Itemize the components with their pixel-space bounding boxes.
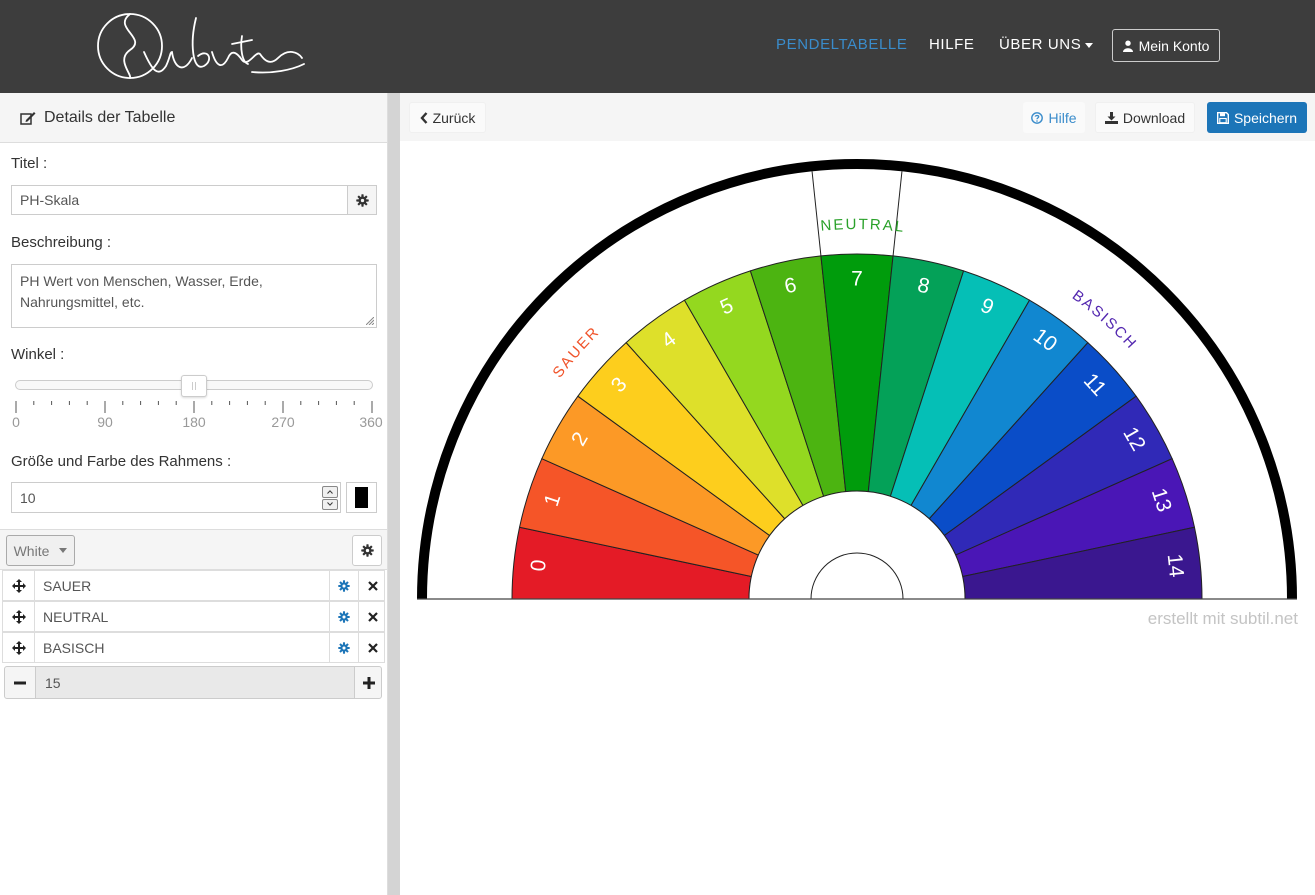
- title-input[interactable]: PH-Skala: [11, 185, 348, 215]
- section-settings-button[interactable]: [330, 633, 358, 662]
- angle-tick-label: 90: [97, 414, 113, 430]
- panel-splitter[interactable]: [388, 93, 400, 895]
- back-label: Zurück: [432, 109, 476, 126]
- panel-title: Details der Tabelle: [44, 108, 176, 126]
- gear-icon: [338, 610, 350, 623]
- details-panel: Details der Tabelle Titel : PH-Skala Bes…: [0, 93, 388, 895]
- section-settings-button[interactable]: [330, 571, 358, 600]
- description-line-1: PH Wert von Menschen, Wasser, Erde,: [20, 273, 263, 289]
- border-color-swatch: [355, 487, 368, 508]
- close-icon: [367, 580, 378, 591]
- nav-ueber-uns[interactable]: ÜBER UNS: [999, 36, 1094, 53]
- edit-icon: [20, 111, 36, 125]
- stepper-down-button[interactable]: [322, 498, 338, 510]
- section-delete-button[interactable]: [358, 571, 386, 600]
- angle-tick-label: 180: [182, 414, 206, 430]
- gear-icon: [338, 579, 350, 592]
- chevron-left-icon: [419, 111, 427, 124]
- move-icon: [11, 640, 26, 655]
- section-row: NEUTRAL: [2, 601, 385, 632]
- help-label: Hilfe: [1048, 109, 1077, 126]
- save-label: Speichern: [1233, 109, 1298, 126]
- minus-icon: [13, 681, 26, 684]
- angle-tick-label: 270: [271, 414, 295, 430]
- account-label: Mein Konto: [1138, 37, 1210, 54]
- close-icon: [367, 611, 378, 622]
- angle-label: Winkel :: [11, 346, 65, 363]
- help-button[interactable]: Hilfe: [1023, 102, 1085, 133]
- section-settings-button[interactable]: [330, 602, 358, 631]
- question-circle-icon: [1031, 111, 1044, 124]
- download-label: Download: [1122, 109, 1186, 126]
- chevron-down-icon: [59, 548, 68, 553]
- description-label: Beschreibung :: [11, 234, 112, 251]
- top-navbar: PENDELTABELLE HILFE ÜBER UNS Mein Konto: [0, 0, 1315, 93]
- save-button[interactable]: Speichern: [1207, 102, 1307, 133]
- section-delete-button[interactable]: [358, 633, 386, 662]
- dial-segment-label: 14: [1163, 553, 1188, 579]
- section-name-input[interactable]: BASISCH: [34, 633, 330, 662]
- border-color-picker[interactable]: [346, 482, 377, 513]
- back-button[interactable]: Zurück: [409, 102, 486, 133]
- chevron-up-icon: [327, 489, 333, 494]
- watermark-text: erstellt mit subtil.net: [1147, 609, 1298, 628]
- angle-tick-label: 0: [12, 414, 20, 430]
- subtil-logo[interactable]: [92, 8, 307, 84]
- dial-segment-label: 7: [851, 268, 863, 291]
- decrement-button[interactable]: [5, 667, 34, 698]
- download-icon: [1104, 111, 1118, 124]
- account-button[interactable]: Mein Konto: [1112, 29, 1220, 62]
- chevron-down-icon: [1085, 42, 1094, 48]
- move-icon: [11, 609, 26, 624]
- ph-scale-dial[interactable]: 0123456 7 891011121314SAUERNEUTRALBASISCH: [400, 141, 1315, 641]
- section-label: NEUTRAL: [820, 216, 906, 236]
- segment-count-input[interactable]: 15: [35, 667, 355, 698]
- border-size-input[interactable]: 10: [11, 482, 341, 513]
- description-line-2: Nahrungsmittel, etc.: [20, 294, 145, 310]
- drag-handle[interactable]: [3, 633, 34, 662]
- drag-handle[interactable]: [3, 602, 34, 631]
- sections-settings-button[interactable]: [352, 535, 382, 566]
- chart-canvas: 0 1 2 3 4 5 6 7 8 9 10 11 12 13 14 SAUER NEUTRAL BASISCH …: [400, 141, 1315, 895]
- close-icon: [367, 642, 378, 653]
- gear-icon: [338, 641, 350, 654]
- increment-button[interactable]: [354, 667, 383, 698]
- chevron-down-icon: [327, 502, 333, 507]
- section-name-input[interactable]: SAUER: [34, 571, 330, 600]
- border-label: Größe und Farbe des Rahmens :: [11, 453, 232, 470]
- border-size-stepper[interactable]: [322, 486, 338, 510]
- description-textarea[interactable]: PH Wert von Menschen, Wasser, Erde, Nahr…: [11, 264, 377, 328]
- angle-slider-handle[interactable]: [181, 375, 207, 397]
- nav-ueber-uns-label: ÜBER UNS: [999, 36, 1082, 53]
- save-icon: [1216, 111, 1229, 124]
- editor-toolbar: Zurück Hilfe Download Speichern: [400, 93, 1315, 141]
- angle-tick-label: 360: [359, 414, 383, 430]
- section-row: BASISCH: [2, 632, 385, 663]
- nav-hilfe[interactable]: HILFE: [929, 36, 975, 53]
- download-button[interactable]: Download: [1095, 102, 1195, 133]
- sections-toolbar: White: [0, 529, 387, 570]
- gear-icon: [355, 193, 369, 207]
- theme-dropdown[interactable]: White: [6, 535, 75, 566]
- angle-slider-ticks: [15, 401, 373, 413]
- title-settings-button[interactable]: [347, 185, 377, 215]
- section-delete-button[interactable]: [358, 602, 386, 631]
- dial-segment-label: 0: [527, 559, 551, 573]
- theme-dropdown-value: White: [13, 542, 50, 559]
- title-label: Titel :: [11, 155, 48, 172]
- segment-count-control: 15: [4, 666, 382, 699]
- nav-pendeltabelle[interactable]: PENDELTABELLE: [776, 36, 907, 53]
- panel-header: Details der Tabelle: [0, 93, 387, 143]
- stepper-up-button[interactable]: [322, 486, 338, 498]
- resize-grip-icon[interactable]: [366, 317, 374, 325]
- section-row: SAUER: [2, 570, 385, 601]
- user-icon: [1122, 40, 1133, 52]
- drag-handle[interactable]: [3, 571, 34, 600]
- plus-icon: [362, 676, 375, 689]
- gear-icon: [360, 544, 374, 557]
- move-icon: [11, 578, 26, 593]
- section-name-input[interactable]: NEUTRAL: [34, 602, 330, 631]
